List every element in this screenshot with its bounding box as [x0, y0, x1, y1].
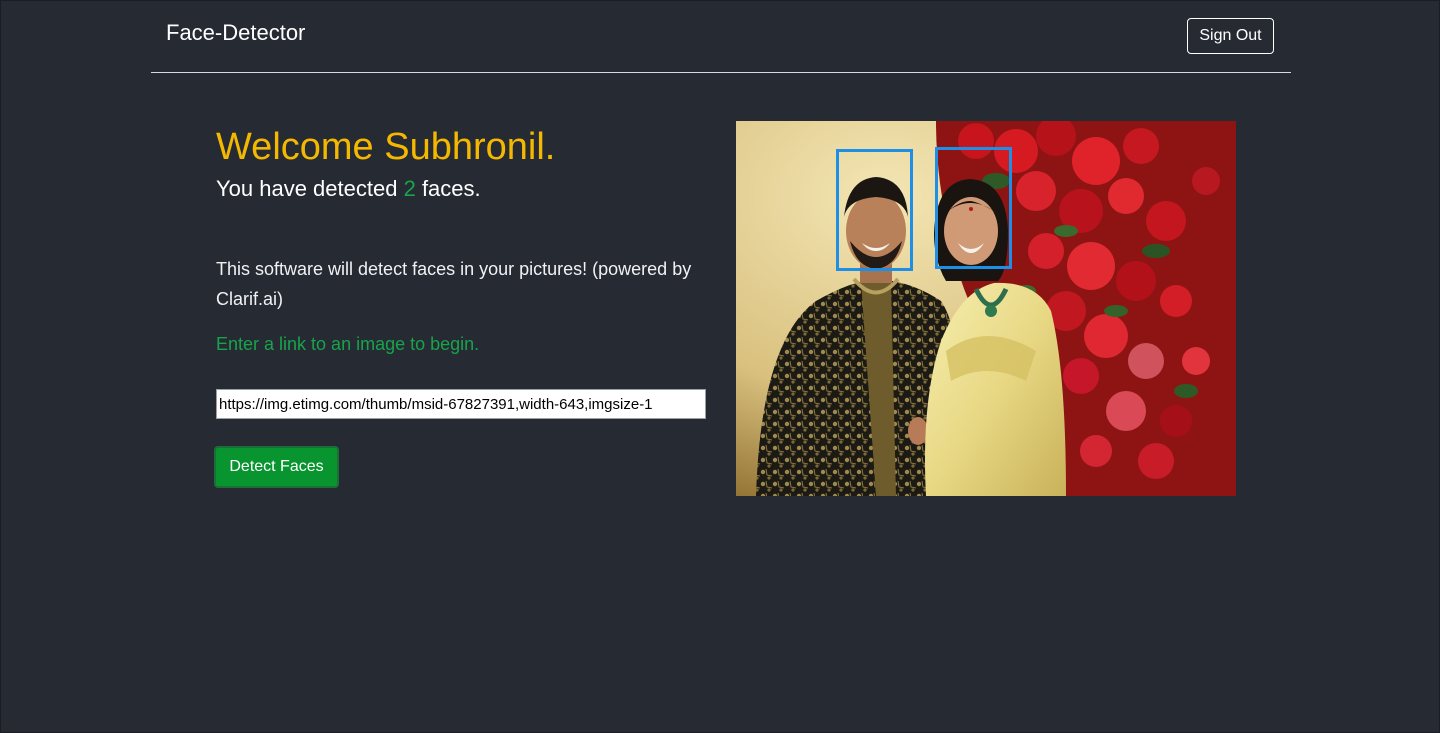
- description-text: This software will detect faces in your …: [216, 259, 692, 309]
- detected-suffix: faces.: [415, 176, 481, 201]
- result-image: [736, 121, 1236, 496]
- detected-prefix: You have detected: [216, 176, 404, 201]
- sign-out-button[interactable]: Sign Out: [1187, 18, 1274, 54]
- detector-panel: Welcome Subhronil. You have detected 2 f…: [214, 121, 711, 488]
- navbar: Face-Detector Sign Out: [151, 1, 1291, 73]
- face-box-1: [836, 149, 913, 271]
- face-box-2: [935, 147, 1012, 269]
- image-url-input[interactable]: [216, 389, 706, 419]
- face-count: 2: [403, 176, 416, 201]
- app-window: Face-Detector Sign Out Welcome Subhronil…: [0, 0, 1440, 733]
- welcome-heading: Welcome Subhronil.: [216, 126, 556, 168]
- brand-title: Face-Detector: [166, 20, 306, 45]
- detect-faces-button[interactable]: Detect Faces: [214, 446, 339, 488]
- detected-count-text: You have detected 2 faces.: [216, 173, 711, 205]
- instruction-text: Enter a link to an image to begin.: [216, 334, 480, 354]
